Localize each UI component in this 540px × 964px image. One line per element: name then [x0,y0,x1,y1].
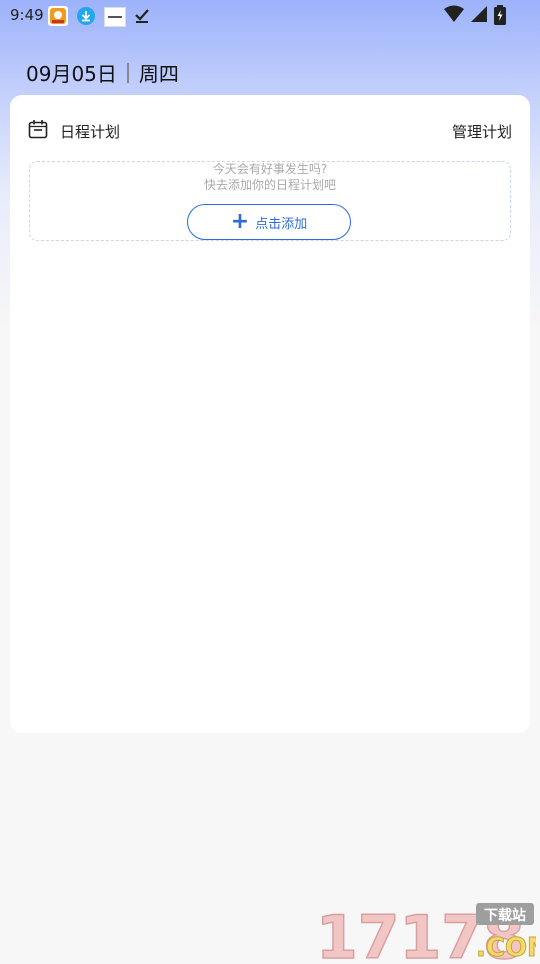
date-header: 09月05日 周四 [26,58,179,87]
add-schedule-button[interactable]: + 点击添加 [187,204,351,240]
manage-plans-link[interactable]: 管理计划 [452,121,512,142]
calendar-icon [28,119,48,143]
status-time: 9:49 [10,6,44,24]
empty-schedule-placeholder: 今天会有好事发生吗? 快去添加你的日程计划吧 + 点击添加 [29,161,511,241]
app-badge-icon [48,6,68,26]
download-icon [76,6,96,26]
check-icon [132,6,152,26]
empty-hint-line2: 快去添加你的日程计划吧 [203,178,336,192]
svg-text:.COM: .COM [476,933,536,960]
schedule-card: 日程计划 管理计划 今天会有好事发生吗? 快去添加你的日程计划吧 + 点击添加 [10,95,530,733]
svg-text:下载站: 下载站 [484,907,526,924]
date-divider [126,62,129,83]
status-bar: 9:49 [0,0,540,32]
schedule-card-title: 日程计划 [60,122,121,141]
site-watermark-logo: 17178 下载站 .COM [315,900,540,964]
plus-icon: + [230,209,250,234]
weekday-text: 周四 [138,62,179,86]
signal-icon [470,5,488,29]
schedule-card-header: 日程计划 管理计划 [28,119,512,143]
battery-charging-icon [494,5,506,29]
wifi-icon [444,5,464,29]
date-text: 09月05日 [26,62,117,86]
empty-hint-line1: 今天会有好事发生吗? [212,162,328,176]
add-schedule-button-label: 点击添加 [255,216,308,232]
app-thumbnail-icon [104,7,126,27]
